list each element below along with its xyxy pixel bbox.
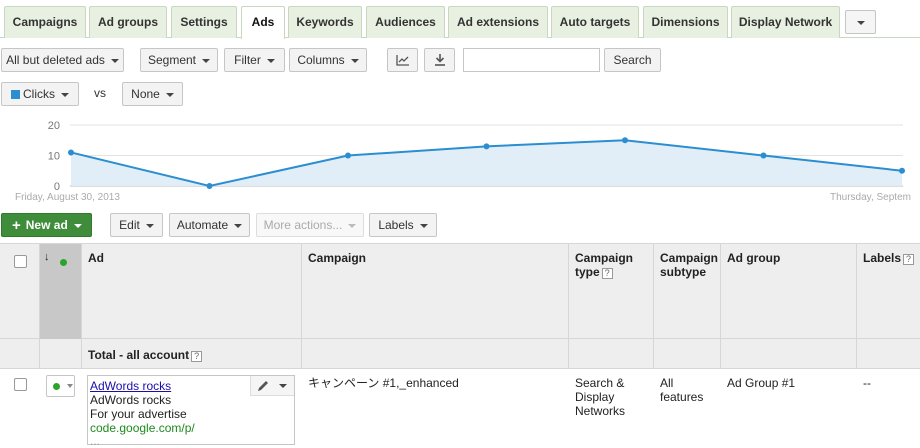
- ad-preview[interactable]: AdWords rocks AdWords rocks For your adv…: [87, 375, 295, 448]
- ad-edit-tools: [250, 376, 294, 396]
- row-campaign-type-line3: Networks: [575, 404, 626, 418]
- tab-campaigns[interactable]: Campaigns: [4, 6, 86, 38]
- data-point[interactable]: [345, 152, 351, 159]
- ad-description-line1: AdWords rocks: [90, 393, 172, 407]
- edit-dropdown[interactable]: Edit: [110, 213, 163, 237]
- tab-keywords[interactable]: Keywords: [288, 6, 362, 38]
- data-point[interactable]: [899, 167, 905, 174]
- row-campaign-subtype-line2: features: [660, 390, 704, 404]
- chevron-down-icon[interactable]: [279, 384, 287, 388]
- x-axis-start-label: Friday, August 30, 2013: [15, 192, 120, 203]
- download-icon: [434, 54, 445, 66]
- chevron-down-icon: [61, 92, 69, 97]
- ad-description-line2: For your advertise: [90, 407, 187, 421]
- ads-table: ↓ Ad Campaign Campaign type? Campaign su…: [0, 243, 920, 448]
- row-ad-group-link[interactable]: Ad Group #1: [727, 376, 795, 390]
- y-tick-label: 10: [48, 151, 60, 163]
- graph-toggle-button[interactable]: [387, 48, 418, 72]
- download-button[interactable]: [424, 48, 455, 72]
- chevron-down-icon: [857, 21, 865, 25]
- more-actions-dropdown[interactable]: More actions...: [256, 213, 364, 237]
- more-tabs-dropdown[interactable]: [845, 10, 876, 34]
- data-point[interactable]: [68, 149, 74, 156]
- tab-ad-groups[interactable]: Ad groups: [89, 6, 167, 38]
- chevron-down-icon: [165, 92, 174, 97]
- chevron-down-icon: [73, 223, 82, 228]
- help-icon[interactable]: ?: [903, 254, 915, 265]
- tab-ad-extensions[interactable]: Ad extensions: [448, 6, 548, 38]
- tab-audiences[interactable]: Audiences: [366, 6, 445, 38]
- ad-display-url: code.google.com/p/: [90, 421, 195, 435]
- vs-label: vs: [94, 86, 106, 100]
- chevron-down-icon: [110, 58, 119, 63]
- row-campaign-subtype: All features: [660, 376, 703, 404]
- status-filter-dropdown[interactable]: All but deleted ads: [1, 48, 124, 72]
- tab-auto-targets[interactable]: Auto targets: [551, 6, 639, 38]
- new-ad-label: New ad: [25, 218, 68, 232]
- row-campaign-link[interactable]: キャンペーン #1,_enhanced: [308, 376, 459, 390]
- metric1-label: Clicks: [23, 87, 55, 101]
- data-point[interactable]: [483, 143, 490, 150]
- tab-display-network[interactable]: Display Network: [731, 6, 840, 38]
- segment-dropdown[interactable]: Segment: [140, 48, 218, 72]
- data-point[interactable]: [622, 137, 628, 144]
- row-checkbox[interactable]: [14, 378, 27, 391]
- x-axis-end-label: Thursday, Septem: [830, 192, 911, 203]
- chevron-down-icon: [67, 384, 73, 388]
- labels-dropdown[interactable]: Labels: [369, 213, 437, 237]
- tab-ads[interactable]: Ads: [241, 6, 285, 39]
- search-input[interactable]: [463, 48, 600, 72]
- automate-label: Automate: [176, 218, 229, 232]
- header-labels-text: Labels: [863, 251, 902, 265]
- y-tick-label: 20: [48, 120, 60, 132]
- columns-dropdown[interactable]: Columns: [289, 48, 367, 72]
- header-labels[interactable]: Labels?: [863, 251, 915, 265]
- columns-label: Columns: [297, 53, 345, 67]
- metric1-dropdown[interactable]: Clicks: [1, 82, 79, 106]
- tab-bar: Campaigns Ad groups Settings Ads Keyword…: [0, 0, 920, 39]
- status-filter-label: All but deleted ads: [6, 53, 105, 67]
- segment-label: Segment: [147, 53, 197, 67]
- metric2-label: None: [131, 87, 160, 101]
- metric-color-swatch: [11, 90, 20, 99]
- tab-settings[interactable]: Settings: [171, 6, 237, 38]
- ad-headline-link[interactable]: AdWords rocks: [90, 379, 171, 393]
- automate-dropdown[interactable]: Automate: [169, 213, 250, 237]
- table-row: AdWords rocks AdWords rocks For your adv…: [0, 369, 920, 448]
- ad-description-line3: ...: [90, 434, 101, 448]
- chevron-down-icon: [266, 58, 275, 63]
- chevron-down-icon: [348, 223, 357, 228]
- chevron-down-icon: [234, 223, 243, 228]
- row-campaign-type-line1: Search &: [575, 376, 625, 390]
- row-campaign-type: Search & Display Networks: [575, 376, 625, 418]
- chevron-down-icon: [419, 223, 428, 228]
- row-status-dropdown[interactable]: [46, 375, 75, 397]
- chevron-down-icon: [350, 58, 359, 63]
- status-dot-icon: [53, 383, 60, 390]
- data-point[interactable]: [206, 183, 213, 189]
- row-campaign-type-line2: Display: [575, 390, 615, 404]
- filter-dropdown[interactable]: Filter: [224, 48, 285, 72]
- edit-label: Edit: [119, 218, 140, 232]
- performance-chart: 01020 Friday, August 30, 2013 Thursday, …: [15, 120, 911, 203]
- filter-label: Filter: [234, 53, 261, 67]
- labels-label: Labels: [378, 218, 414, 232]
- new-ad-button[interactable]: + New ad: [1, 213, 92, 237]
- chevron-down-icon: [202, 58, 211, 63]
- metric2-dropdown[interactable]: None: [122, 82, 183, 106]
- data-point[interactable]: [760, 152, 767, 159]
- row-labels: --: [863, 376, 871, 390]
- line-chart-icon: [395, 55, 409, 66]
- more-actions-label: More actions...: [263, 218, 343, 232]
- row-campaign-subtype-line1: All: [660, 376, 674, 390]
- tab-dimensions[interactable]: Dimensions: [643, 6, 728, 38]
- pencil-icon[interactable]: [256, 379, 270, 393]
- plus-icon: +: [12, 217, 21, 234]
- chevron-down-icon: [145, 223, 154, 228]
- search-button[interactable]: Search: [604, 48, 661, 72]
